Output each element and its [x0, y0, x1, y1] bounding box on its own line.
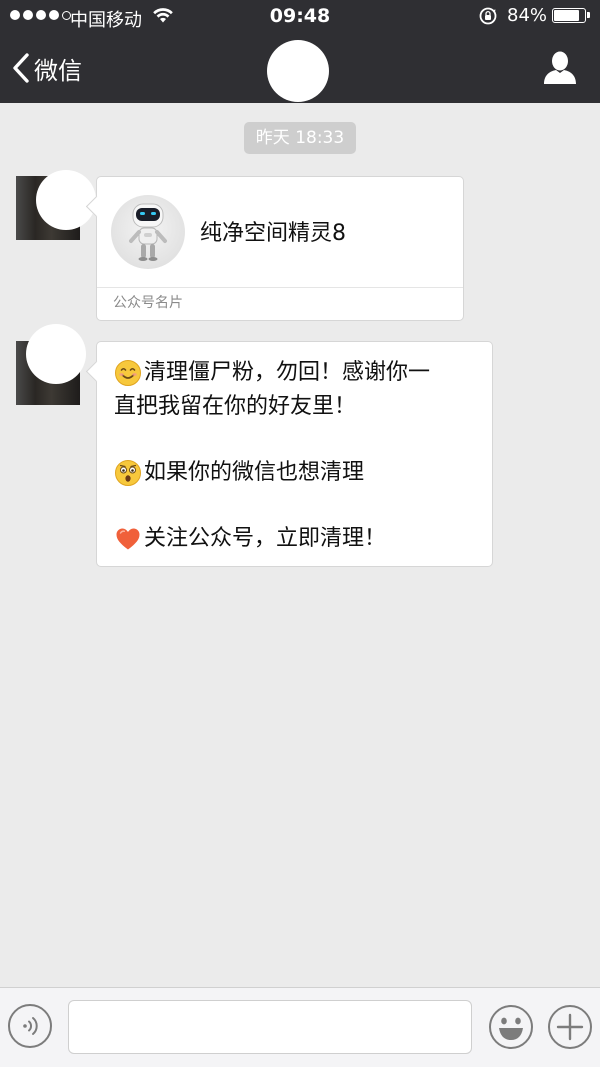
- status-bar: 中国移动 09:48 84%: [0, 0, 600, 34]
- message-line: 直把我留在你的好友里！: [114, 390, 480, 424]
- sender-avatar[interactable]: [16, 324, 86, 405]
- sender-avatar[interactable]: [16, 170, 96, 240]
- message-line: 清理僵尸粉，勿回！感谢你一: [114, 356, 480, 390]
- voice-input-button[interactable]: [8, 1004, 52, 1048]
- chat-info-button[interactable]: [541, 50, 579, 86]
- emoji-button[interactable]: [488, 1004, 534, 1050]
- card-type-label: 公众号名片: [113, 295, 183, 311]
- text-message-bubble[interactable]: 清理僵尸粉，勿回！感谢你一 直把我留在你的好友里！ 如果你的微信也想清理 关注公…: [85, 341, 493, 567]
- chat-title-avatar: [267, 40, 329, 102]
- card-content: 纯净空间精灵8: [97, 177, 463, 287]
- astonished-face-emoji: [114, 459, 142, 487]
- smiling-face-emoji: [114, 359, 142, 387]
- message-line-text: 如果你的微信也想清理: [144, 460, 365, 485]
- back-button-label: 微信: [34, 56, 82, 85]
- message-line: 关注公众号，立即清理！: [114, 522, 480, 556]
- battery-percent: 84%: [507, 5, 548, 26]
- card-account-name: 纯净空间精灵8: [200, 221, 346, 246]
- rotation-lock-icon: [478, 6, 498, 31]
- battery-icon: [552, 8, 590, 23]
- robot-avatar-icon: [111, 195, 185, 269]
- card-message-bubble[interactable]: 纯净空间精灵8 公众号名片: [85, 176, 464, 321]
- message-line-text: 清理僵尸粉，勿回！感谢你一: [144, 360, 431, 385]
- input-bar: [0, 987, 600, 1067]
- person-icon: [541, 51, 579, 90]
- chevron-left-icon: [12, 53, 30, 83]
- message-line: 如果你的微信也想清理: [114, 456, 480, 490]
- more-actions-button[interactable]: [547, 1004, 593, 1050]
- message-text: 清理僵尸粉，勿回！感谢你一 直把我留在你的好友里！ 如果你的微信也想清理 关注公…: [114, 356, 480, 556]
- heart-emoji: [114, 525, 142, 553]
- message-line-text: 关注公众号，立即清理！: [144, 526, 387, 551]
- emoji-face-icon: [488, 1005, 534, 1054]
- plus-icon: [547, 1005, 593, 1054]
- message-input[interactable]: [68, 1000, 472, 1054]
- navigation-bar: 微信: [0, 34, 600, 103]
- message-line-text: 直把我留在你的好友里！: [114, 394, 357, 419]
- chat-area[interactable]: 昨天 18:33 纯净空间精灵8 公众号名片 清理僵尸粉，勿回！感谢你一 直把我…: [0, 103, 600, 987]
- card-divider: [97, 287, 463, 288]
- back-button[interactable]: 微信: [12, 48, 82, 88]
- top-bar: 中国移动 09:48 84% 微信: [0, 0, 600, 103]
- message-timestamp: 昨天 18:33: [244, 122, 356, 154]
